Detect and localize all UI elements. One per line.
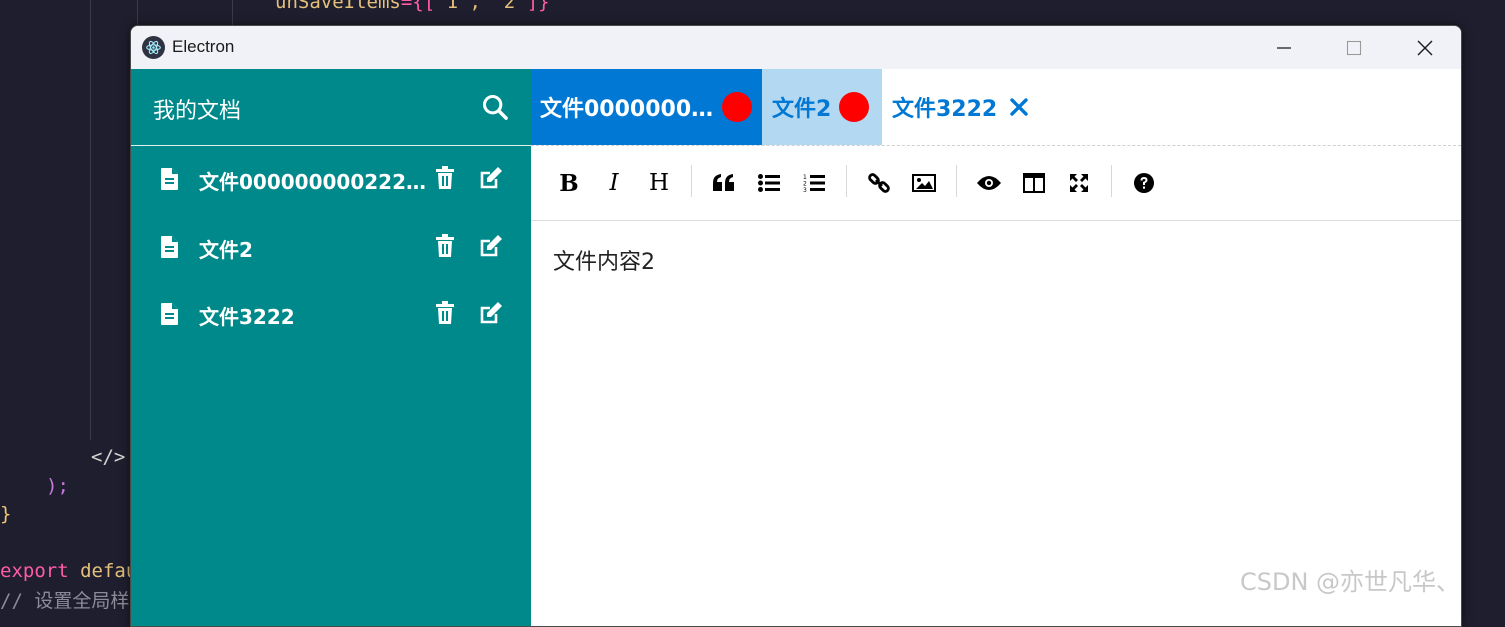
help-icon[interactable] [1129,166,1159,200]
toolbar-separator [691,165,692,197]
search-icon[interactable] [481,93,509,125]
bold-button[interactable]: B [554,166,584,200]
maximize-icon [1346,40,1362,55]
quote-icon[interactable] [709,166,739,200]
side-by-side-icon[interactable] [1019,166,1049,200]
sidebar-header: 我的文档 [131,69,531,146]
trash-icon[interactable] [435,233,455,262]
toolbar-separator [846,165,847,197]
editor-toolbar: B I H 123 [531,146,1461,221]
trash-icon[interactable] [435,301,455,329]
app-window: Electron 我的文档 文件000000000222123 文件2 文件32… [130,25,1462,627]
code-line-tag-close: </> [91,446,126,468]
ordered-list-icon[interactable]: 123 [799,166,829,200]
unsaved-dot-icon[interactable] [722,92,752,122]
tab[interactable]: 文件3222 [882,69,1052,145]
watermark: CSDN @亦世凡华、 [1240,568,1461,596]
minimize-icon [1277,46,1291,49]
svg-text:3: 3 [803,187,807,193]
trash-icon[interactable] [435,166,455,194]
tab-label: 文件0000000… [540,97,714,122]
tab-active[interactable]: 文件0000000… [531,69,762,145]
file-name: 文件3222 [199,305,295,329]
file-text-icon [161,168,178,194]
preview-icon[interactable] [974,166,1004,200]
sidebar-title: 我的文档 [153,99,242,124]
tab-bar: 文件0000000… 文件2 文件3222 [531,69,1461,146]
file-name: 文件2 [199,237,253,262]
edit-icon[interactable] [479,301,503,329]
maximize-button[interactable] [1319,26,1389,69]
code-line-brace: } [0,503,12,525]
image-icon[interactable] [909,166,939,200]
editor-content[interactable]: 文件内容2 [553,244,655,276]
code-line-comment: // 设置全局样 [0,590,130,612]
toolbar-separator [1111,165,1112,197]
edit-icon[interactable] [479,234,503,262]
tab-label: 文件3222 [892,97,998,122]
fullscreen-icon[interactable] [1064,166,1094,200]
file-text-icon [161,303,178,329]
close-window-button[interactable] [1390,26,1460,69]
tab-label: 文件2 [772,97,832,122]
file-sidebar: 我的文档 文件000000000222123 文件2 文件3222 [131,69,531,626]
italic-button[interactable]: I [599,166,629,200]
file-list-item[interactable]: 文件3222 [131,281,531,349]
file-name: 文件000000000222123 [199,170,431,194]
code-line-export: export defau [0,560,138,582]
link-icon[interactable] [864,166,894,200]
indent-guide [90,0,91,440]
close-icon [1417,40,1433,55]
unsaved-dot-icon[interactable] [839,92,870,122]
code-line-props: unSaveItems={['1', '2']} [275,0,550,13]
edit-icon[interactable] [479,166,503,194]
code-line-paren: ); [46,475,69,497]
minimize-button[interactable] [1249,26,1319,69]
close-tab-icon[interactable] [1009,97,1029,117]
file-text-icon [161,235,178,262]
file-list-item[interactable]: 文件000000000222123 [131,146,531,214]
file-list-item[interactable]: 文件2 [131,214,531,282]
tab-hover[interactable]: 文件2 [762,69,882,145]
heading-button[interactable]: H [644,166,674,200]
electron-logo-icon [142,36,165,59]
unordered-list-icon[interactable] [754,166,784,200]
window-title: Electron [172,37,235,56]
title-bar: Electron [131,26,1461,69]
toolbar-separator [956,165,957,197]
